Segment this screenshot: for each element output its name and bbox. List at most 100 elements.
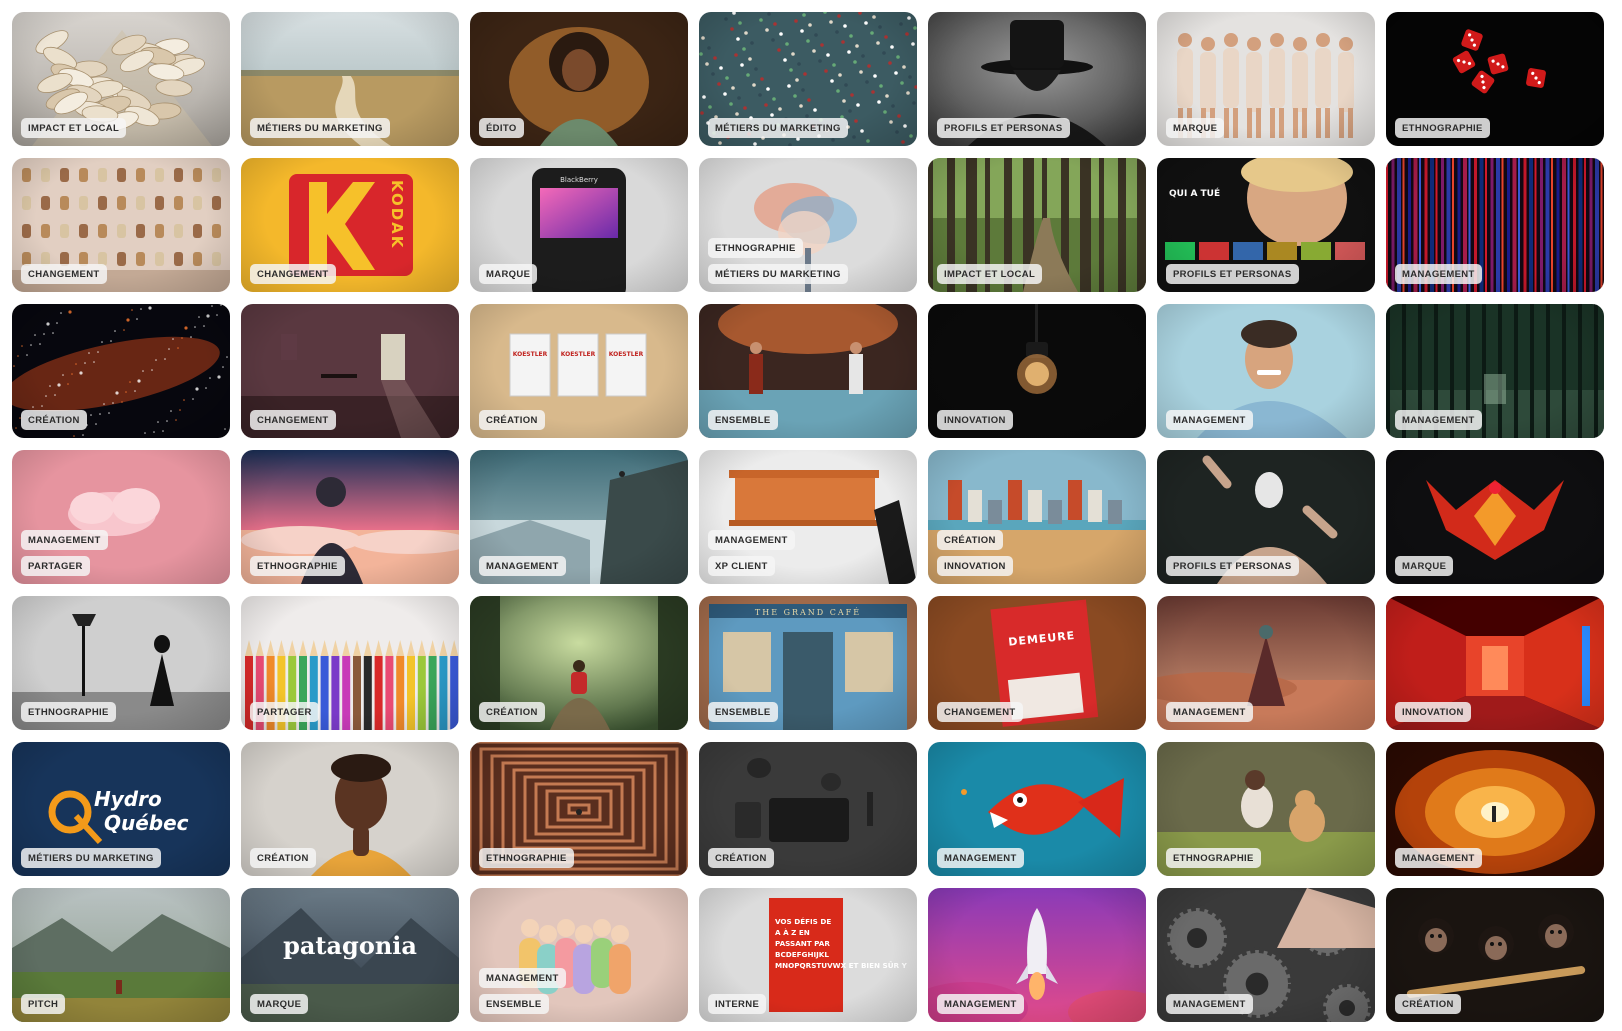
category-tag[interactable]: Création — [21, 410, 87, 430]
category-tag[interactable]: Marque — [1395, 556, 1454, 576]
category-tag[interactable]: Innovation — [1395, 702, 1471, 722]
category-tag[interactable]: Management — [1395, 410, 1482, 430]
card-trophy-wall[interactable]: Changement — [12, 158, 230, 292]
card-galaxy[interactable]: Création — [12, 304, 230, 438]
category-tag[interactable]: Changement — [937, 702, 1023, 722]
category-tag[interactable]: Création — [937, 530, 1003, 550]
category-tag[interactable]: Ethnographie — [479, 848, 574, 868]
category-tag[interactable]: Profils et personas — [937, 118, 1070, 138]
category-tag[interactable]: Management — [479, 556, 566, 576]
card-kodak-logo[interactable]: KODAKChangement — [241, 158, 459, 292]
card-color-pencils[interactable]: Partager — [241, 596, 459, 730]
card-photo-studio[interactable]: Ethnographie — [12, 596, 230, 730]
category-tag[interactable]: Métiers du marketing — [708, 118, 848, 138]
card-red-book[interactable]: VOS DÉFIS DEA À Z ENPASSANT PARBCDEFGHIJ… — [699, 888, 917, 1022]
card-desert-figure[interactable]: Management — [1157, 596, 1375, 730]
card-rocket-launch[interactable]: Management — [928, 888, 1146, 1022]
card-hydro-quebec[interactable]: HydroQuébecMétiers du marketing — [12, 742, 230, 876]
card-woman-dog[interactable]: Ethnographie — [1157, 742, 1375, 876]
card-smiling-man[interactable]: Management — [1157, 304, 1375, 438]
category-tag[interactable]: Ethnographie — [708, 238, 803, 258]
category-tag[interactable]: Ensemble — [708, 410, 778, 430]
category-tag[interactable]: Création — [708, 848, 774, 868]
card-wooden-shelf[interactable]: Management XP client — [699, 450, 917, 584]
card-sneakers-pile[interactable]: Impact et local — [12, 12, 230, 146]
card-chimpanzees[interactable]: Création — [1386, 888, 1604, 1022]
category-tag[interactable]: Profils et personas — [1166, 264, 1299, 284]
card-forest-path[interactable]: Impact et local — [928, 158, 1146, 292]
card-demeure-book[interactable]: DEMEUREChangement — [928, 596, 1146, 730]
card-koestler-books[interactable]: KOESTLERKOESTLERKOESTLERCréation — [470, 304, 688, 438]
category-tag[interactable]: Ethnographie — [1395, 118, 1490, 138]
card-grand-cafe[interactable]: THE GRAND CAFÉEnsemble — [699, 596, 917, 730]
card-maze[interactable]: Ethnographie — [470, 742, 688, 876]
category-tag[interactable]: Management — [479, 968, 566, 988]
category-tag[interactable]: Partager — [21, 556, 90, 576]
card-thinking-woman[interactable]: Création — [241, 742, 459, 876]
category-tag[interactable]: Management — [21, 530, 108, 550]
category-tag[interactable]: Management — [708, 530, 795, 550]
card-gears-hand[interactable]: Management — [1157, 888, 1375, 1022]
category-tag[interactable]: Innovation — [937, 556, 1013, 576]
category-tag[interactable]: Management — [937, 848, 1024, 868]
card-woman-books[interactable]: Édito — [470, 12, 688, 146]
category-tag[interactable]: Profils et personas — [1166, 556, 1299, 576]
category-tag[interactable]: Partager — [250, 702, 319, 722]
category-tag[interactable]: Management — [1166, 702, 1253, 722]
category-tag[interactable]: Ethnographie — [21, 702, 116, 722]
card-red-dice[interactable]: Ethnographie — [1386, 12, 1604, 146]
category-tag[interactable]: Ensemble — [479, 994, 549, 1014]
category-tag[interactable]: Ethnographie — [1166, 848, 1261, 868]
category-tag[interactable]: Création — [479, 702, 545, 722]
category-tag[interactable]: Création — [250, 848, 316, 868]
category-tag[interactable]: Ethnographie — [250, 556, 345, 576]
card-red-phoenix[interactable]: Marque — [1386, 450, 1604, 584]
card-pink-cloud[interactable]: Management Partager — [12, 450, 230, 584]
category-tag[interactable]: Management — [1395, 264, 1482, 284]
card-dark-room[interactable]: Changement — [241, 304, 459, 438]
category-tag[interactable]: Pitch — [21, 994, 66, 1014]
category-tag[interactable]: Impact et local — [21, 118, 127, 138]
card-country-road[interactable]: Métiers du marketing — [241, 12, 459, 146]
category-tag[interactable]: Changement — [250, 264, 336, 284]
category-tag[interactable]: Interne — [708, 994, 767, 1014]
card-women-group[interactable]: Marque — [1157, 12, 1375, 146]
card-reflective-forest[interactable]: Management — [1386, 304, 1604, 438]
category-tag[interactable]: Marque — [479, 264, 538, 284]
category-tag[interactable]: Métiers du marketing — [21, 848, 161, 868]
card-blackberry-phone[interactable]: BlackBerryMarque — [470, 158, 688, 292]
category-tag[interactable]: Marque — [1166, 118, 1225, 138]
category-tag[interactable]: Management — [937, 994, 1024, 1014]
card-clay-crowd[interactable]: Management Ensemble — [470, 888, 688, 1022]
card-red-fish[interactable]: Management — [928, 742, 1146, 876]
category-tag[interactable]: Changement — [250, 410, 336, 430]
card-surreal-city[interactable]: Création Innovation — [928, 450, 1146, 584]
card-light-bulb[interactable]: Innovation — [928, 304, 1146, 438]
category-tag[interactable]: Changement — [21, 264, 107, 284]
card-child-sky[interactable]: Ethnographie — [241, 450, 459, 584]
category-tag[interactable]: Métiers du marketing — [708, 264, 848, 284]
card-colored-smoke[interactable]: Ethnographie Métiers du marketing — [699, 158, 917, 292]
category-tag[interactable]: XP client — [708, 556, 775, 576]
category-tag[interactable]: Innovation — [937, 410, 1013, 430]
category-tag[interactable]: Management — [1395, 848, 1482, 868]
category-tag[interactable]: Création — [1395, 994, 1461, 1014]
category-tag[interactable]: Création — [479, 410, 545, 430]
category-tag[interactable]: Édito — [479, 118, 524, 138]
card-orange-tunnel[interactable]: Management — [1386, 742, 1604, 876]
card-girl-forest[interactable]: Création — [470, 596, 688, 730]
category-tag[interactable]: Impact et local — [937, 264, 1043, 284]
card-masked-figure[interactable]: Profils et personas — [1157, 450, 1375, 584]
card-cliff-climber[interactable]: Management — [470, 450, 688, 584]
category-tag[interactable]: Métiers du marketing — [250, 118, 390, 138]
card-desk-flatlay[interactable]: Création — [699, 742, 917, 876]
card-fighters-scene[interactable]: Ensemble — [699, 304, 917, 438]
card-neon-corridor[interactable]: Innovation — [1386, 596, 1604, 730]
card-patagonia[interactable]: patagoniaMarque — [241, 888, 459, 1022]
card-crowd-aerial[interactable]: Métiers du marketing — [699, 12, 917, 146]
category-tag[interactable]: Ensemble — [708, 702, 778, 722]
category-tag[interactable]: Management — [1166, 410, 1253, 430]
card-streaming-ui[interactable]: QUI A TUÉProfils et personas — [1157, 158, 1375, 292]
card-hat-silhouette[interactable]: Profils et personas — [928, 12, 1146, 146]
card-color-stripes[interactable]: Management — [1386, 158, 1604, 292]
